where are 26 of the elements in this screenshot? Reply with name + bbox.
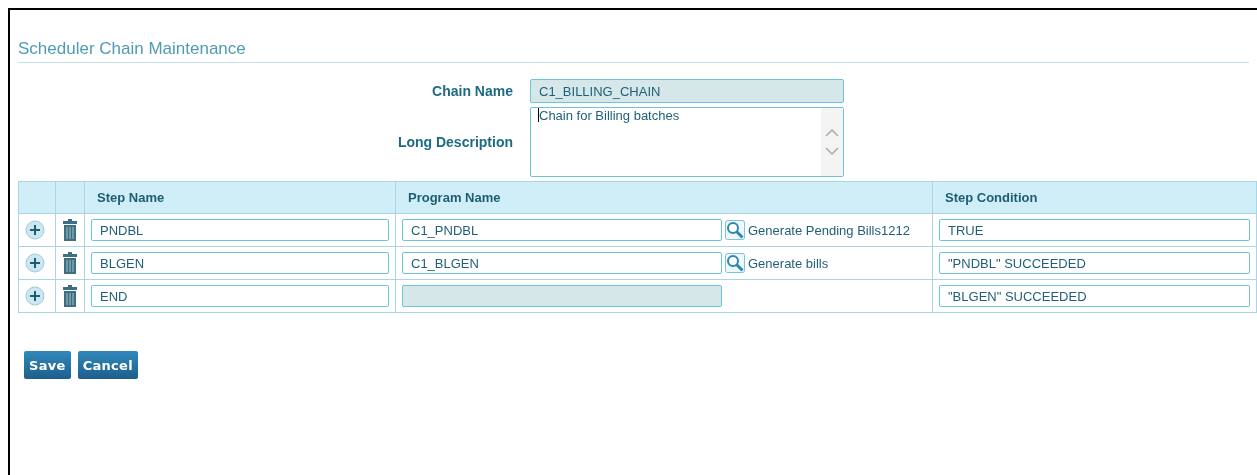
trash-icon[interactable]: [62, 285, 78, 307]
program-name-field[interactable]: C1_PNDBL: [402, 219, 722, 241]
step-name-field[interactable]: PNDBL: [91, 219, 389, 241]
add-row-icon[interactable]: [25, 286, 45, 306]
add-row-icon[interactable]: [25, 220, 45, 240]
program-name-field[interactable]: C1_BLGEN: [402, 252, 722, 274]
trash-icon[interactable]: [62, 252, 78, 274]
column-header: Step Name: [84, 181, 396, 214]
step-condition-field[interactable]: "BLGEN" SUCCEEDED: [939, 285, 1250, 307]
search-icon[interactable]: [725, 220, 745, 240]
step-condition-field[interactable]: TRUE: [939, 219, 1250, 241]
field-label: Long Description: [397, 134, 513, 150]
trash-icon[interactable]: [62, 219, 78, 241]
program-description: Generate Pending Bills1212: [748, 222, 910, 238]
cancel-button[interactable]: Cancel: [77, 351, 138, 379]
field-label: Chain Name: [432, 83, 513, 99]
program-description: Generate bills: [748, 255, 829, 271]
step-name-field[interactable]: END: [91, 285, 389, 307]
add-row-icon[interactable]: [25, 253, 45, 273]
step-name-field[interactable]: BLGEN: [91, 252, 389, 274]
page-title: Scheduler Chain Maintenance: [18, 39, 1249, 63]
search-icon[interactable]: [725, 253, 745, 273]
column-header: Program Name: [395, 181, 933, 214]
save-button[interactable]: Save: [24, 351, 71, 379]
step-condition-field[interactable]: "PNDBL" SUCCEEDED: [939, 252, 1250, 274]
column-header: Step Condition: [932, 181, 1257, 214]
